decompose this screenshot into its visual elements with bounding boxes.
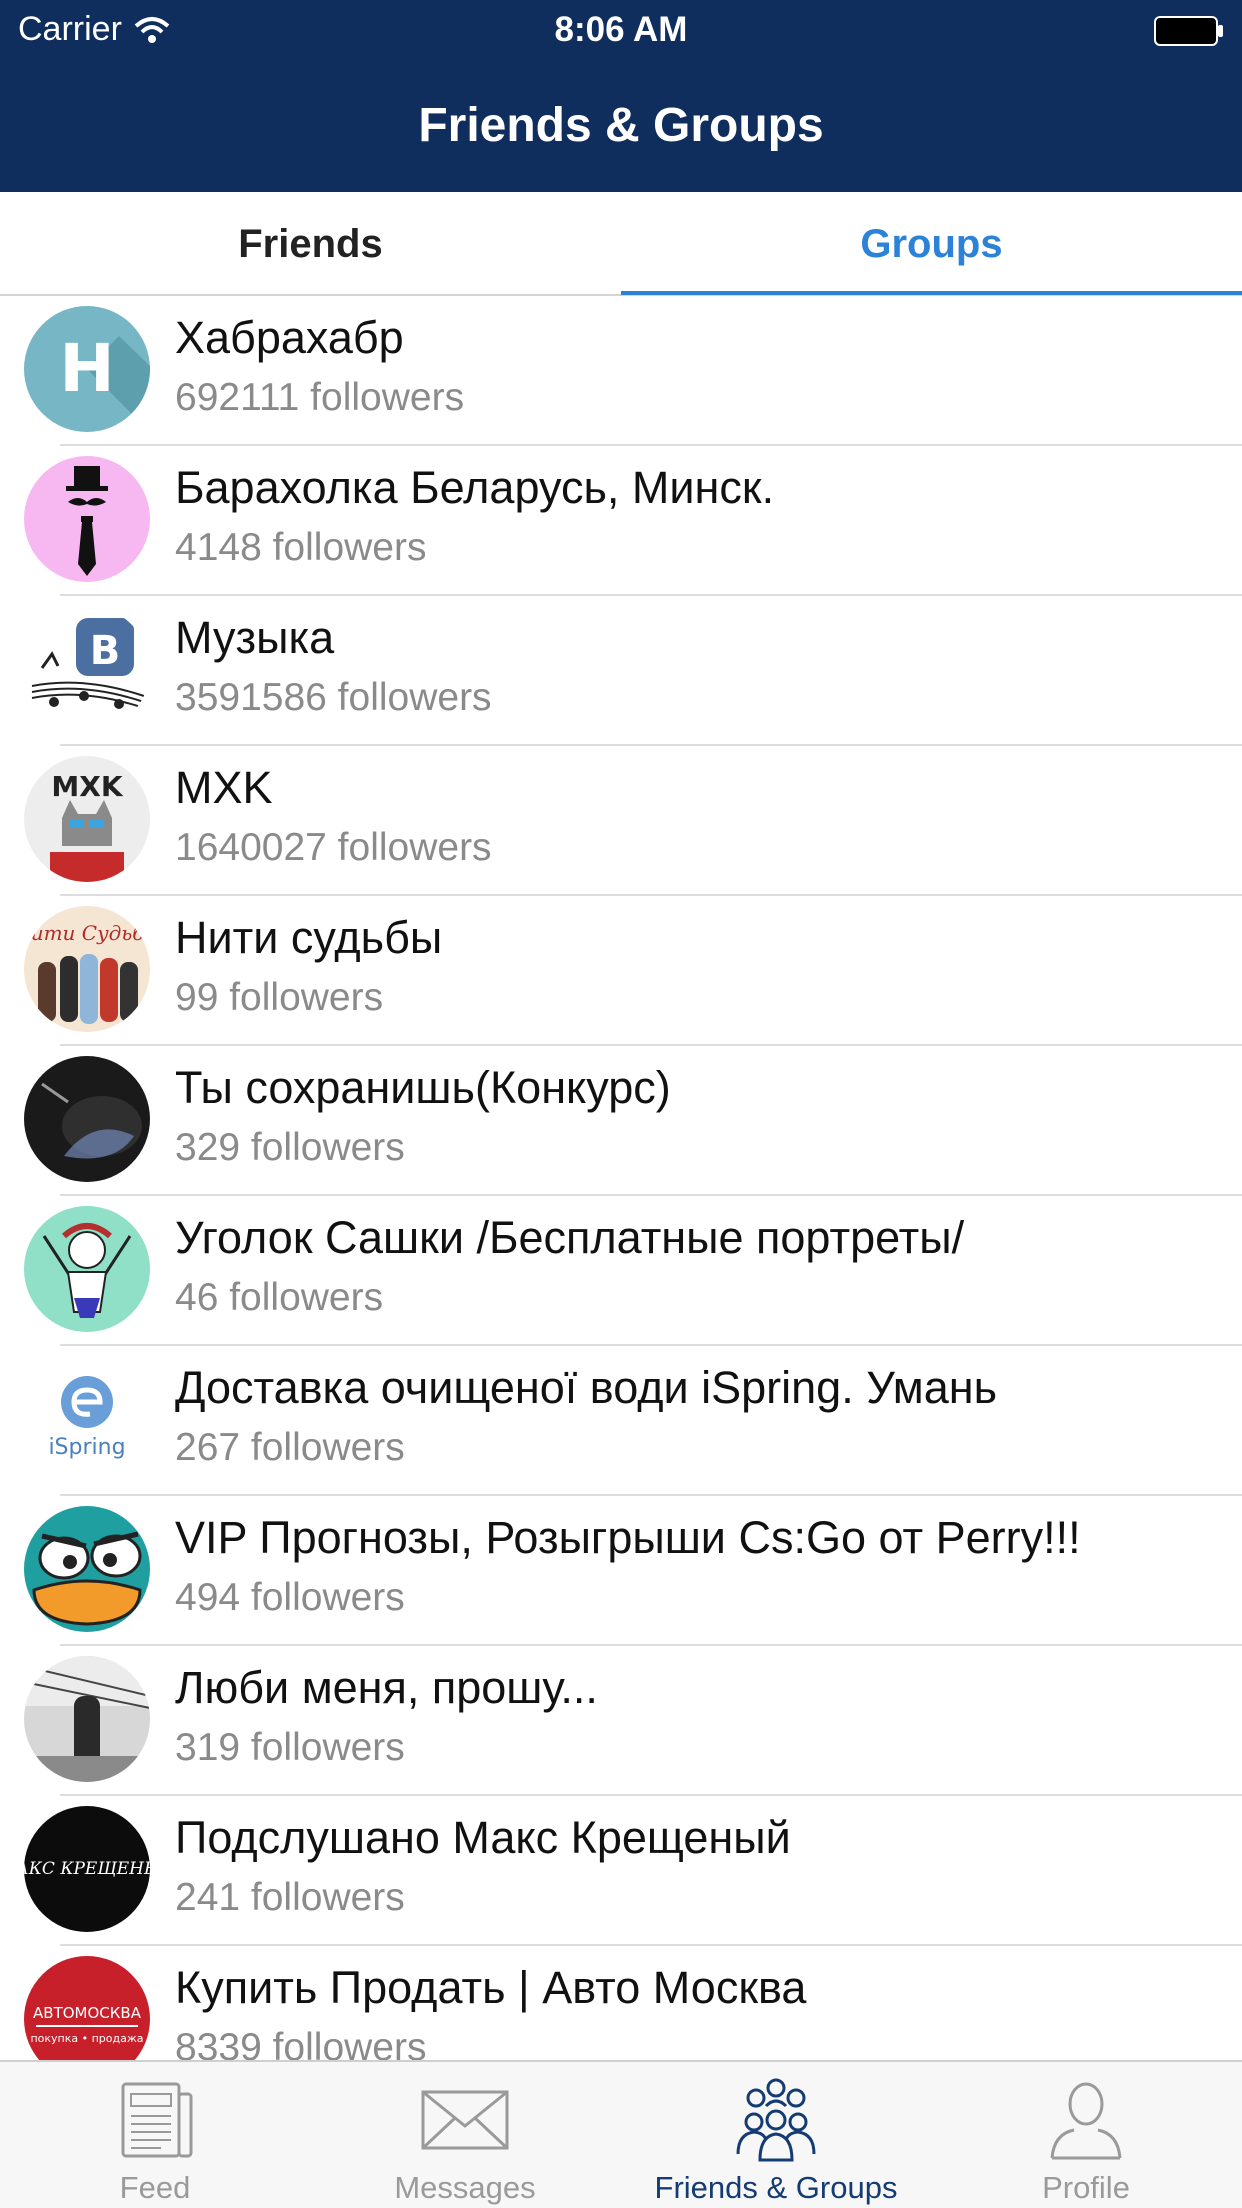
- photo-avatar: [24, 1656, 150, 1782]
- ispring-logo-text: iSpring: [48, 1435, 125, 1460]
- tab-messages[interactable]: Messages: [310, 2062, 620, 2208]
- group-followers: 46 followers: [175, 1276, 384, 1319]
- list-item[interactable]: H Хабрахабр 692111 followers: [0, 296, 1242, 446]
- tab-bar: Feed Messages Friends & Groups Profile: [0, 2060, 1242, 2208]
- tab-profile-label: Profile: [1042, 2170, 1130, 2205]
- mxk-logo-text: MXK: [51, 770, 123, 803]
- group-followers: 329 followers: [175, 1126, 405, 1169]
- tab-feed[interactable]: Feed: [0, 2062, 310, 2208]
- person-icon: [1050, 2082, 1122, 2160]
- battery-icon: [1154, 16, 1223, 46]
- tab-friends[interactable]: Friends: [0, 192, 621, 296]
- group-followers: 494 followers: [175, 1576, 405, 1619]
- group-name: Уголок Сашки /Бесплатные портреты/: [175, 1212, 965, 1263]
- group-name: Музыка: [175, 612, 335, 663]
- list-item[interactable]: Барахолка Беларусь, Минск. 4148 follower…: [0, 446, 1242, 596]
- status-bar: Carrier 8:06 AM: [0, 0, 1242, 60]
- group-name: MXK: [175, 762, 273, 813]
- group-name: Ты сохранишь(Конкурс): [175, 1062, 671, 1113]
- tab-profile[interactable]: Profile: [931, 2062, 1241, 2208]
- tab-friends-groups-label: Friends & Groups: [654, 2170, 898, 2205]
- gentleman-avatar: [24, 456, 150, 582]
- list-item[interactable]: Нити Судьбы Нити судьбы 99 followers: [0, 896, 1242, 1046]
- list-item[interactable]: МАКС КРЕЩЕНЫЙ Подслушано Макс Крещеный 2…: [0, 1796, 1242, 1946]
- group-followers: 267 followers: [175, 1426, 405, 1469]
- group-followers: 8339 followers: [175, 2026, 427, 2060]
- niti-sudby-avatar: Нити Судьбы: [24, 906, 150, 1032]
- tab-groups[interactable]: Groups: [621, 192, 1242, 296]
- status-time: 8:06 AM: [554, 10, 688, 49]
- tab-friends-groups[interactable]: Friends & Groups: [621, 2062, 931, 2208]
- list-item[interactable]: iSpring Доставка очищеної води iSpring. …: [0, 1346, 1242, 1496]
- ispring-avatar: iSpring: [24, 1356, 150, 1482]
- page-title: Friends & Groups: [418, 99, 824, 152]
- maks-avatar: МАКС КРЕЩЕНЫЙ: [24, 1806, 150, 1932]
- tab-messages-label: Messages: [394, 2170, 536, 2205]
- perry-avatar: [24, 1506, 150, 1632]
- group-followers: 692111 followers: [175, 376, 465, 419]
- niti-logo-text: Нити Судьбы: [24, 921, 150, 945]
- list-item[interactable]: Люби меня, прошу... 319 followers: [0, 1646, 1242, 1796]
- group-name: Люби меня, прошу...: [175, 1662, 598, 1713]
- vk-music-avatar: B: [24, 606, 150, 732]
- group-followers: 99 followers: [175, 976, 384, 1019]
- maks-logo-text: МАКС КРЕЩЕНЫЙ: [24, 1857, 150, 1879]
- photo-avatar: [24, 1056, 150, 1182]
- mxk-avatar: MXK: [24, 756, 150, 882]
- group-name: Барахолка Беларусь, Минск.: [175, 462, 775, 513]
- group-name: Хабрахабр: [175, 312, 404, 363]
- tab-feed-label: Feed: [119, 2170, 191, 2205]
- group-name: Доставка очищеної води iSpring. Умань: [175, 1362, 998, 1413]
- list-item[interactable]: VIP Прогнозы, Розыгрыши Cs:Go от Perry!!…: [0, 1496, 1242, 1646]
- drawing-avatar: [24, 1206, 150, 1332]
- habr-letter: H: [59, 330, 114, 407]
- automoskva-avatar: АВТОМОСКВА покупка • продажа: [24, 1956, 150, 2060]
- group-name: Подслушано Макс Крещеный: [175, 1812, 791, 1863]
- list-item[interactable]: Уголок Сашки /Бесплатные портреты/ 46 fo…: [0, 1196, 1242, 1346]
- automoskva-logo-subtext: покупка • продажа: [30, 2032, 143, 2045]
- group-followers: 1640027 followers: [175, 826, 492, 869]
- list-item[interactable]: MXK MXK 1640027 followers: [0, 746, 1242, 896]
- newspaper-icon: [121, 2082, 193, 2158]
- list-item[interactable]: B Музыка 3591586 followers: [0, 596, 1242, 746]
- segmented-control: Friends Groups: [0, 192, 1242, 296]
- automoskva-logo-text: АВТОМОСКВА: [33, 2004, 142, 2022]
- groups-list[interactable]: H Хабрахабр 692111 followers Барахолка Б…: [0, 296, 1242, 2060]
- group-name: Нити судьбы: [175, 912, 443, 963]
- list-item[interactable]: АВТОМОСКВА покупка • продажа Купить Прод…: [0, 1946, 1242, 2060]
- list-item[interactable]: Ты сохранишь(Конкурс) 329 followers: [0, 1046, 1242, 1196]
- envelope-icon: [421, 2090, 509, 2150]
- group-name: VIP Прогнозы, Розыгрыши Cs:Go от Perry!!…: [175, 1512, 1081, 1563]
- group-followers: 4148 followers: [175, 526, 427, 569]
- navigation-bar: Carrier 8:06 AM Friends & Groups: [0, 0, 1242, 192]
- group-followers: 319 followers: [175, 1726, 405, 1769]
- vk-letter: B: [90, 628, 121, 674]
- people-icon: [736, 2078, 816, 2162]
- group-followers: 241 followers: [175, 1876, 405, 1919]
- group-followers: 3591586 followers: [175, 676, 492, 719]
- habr-logo-avatar: H: [24, 306, 150, 432]
- selected-tab-indicator: [621, 291, 1242, 295]
- group-name: Купить Продать | Авто Москва: [175, 1962, 807, 2013]
